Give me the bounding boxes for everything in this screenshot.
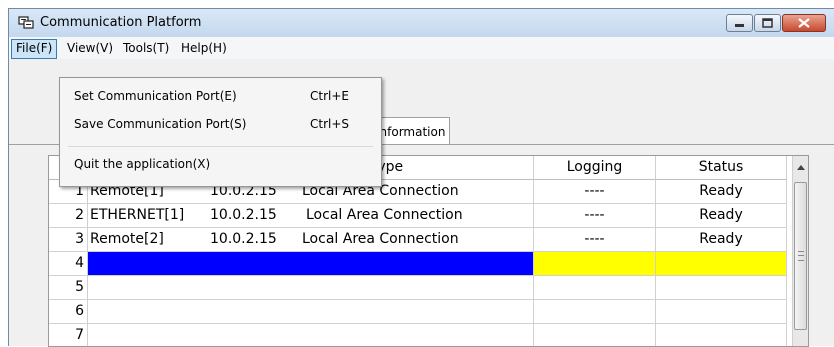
table-row[interactable]: 6 [49,300,793,324]
connection-cell[interactable] [88,324,534,346]
menu-view[interactable]: View(V) [63,39,117,57]
table-row[interactable]: 7 [49,324,793,346]
row-number: 6 [49,300,88,324]
tab-information[interactable]: Information [371,117,451,145]
menu-file[interactable]: File(F) [11,39,58,59]
header-logging[interactable]: Logging [534,156,656,180]
minimize-button[interactable] [726,14,753,32]
shortcut-set-port: Ctrl+E [310,89,349,103]
connection-cell[interactable]: ETHERNET[1] 10.0.2.15 Local Area Connect… [88,204,534,228]
title-bar[interactable]: Communication Platform [9,9,834,37]
connection-type: Local Area Connection [302,231,459,247]
logging-cell[interactable] [534,324,656,346]
table-row[interactable]: 3 Remote[2] 10.0.2.15 Local Area Connect… [49,228,793,252]
connection-ip: 10.0.2.15 [210,207,277,223]
close-icon [798,18,810,28]
table-row[interactable]: 2 ETHERNET[1] 10.0.2.15 Local Area Conne… [49,204,793,228]
menu-bar: File(F) View(V) Tools(T) Help(H) [9,37,834,59]
maximize-button[interactable] [754,14,781,32]
logging-cell[interactable] [534,252,656,276]
menu-help[interactable]: Help(H) [177,39,231,57]
table-row[interactable]: 5 [49,276,793,300]
minimize-icon [735,24,744,27]
connection-name: Remote[2] [90,231,164,247]
table-row-selected[interactable]: 4 [49,252,793,276]
connection-ip: 10.0.2.15 [210,231,277,247]
status-cell[interactable] [656,276,787,300]
status-cell[interactable] [656,300,787,324]
status-cell[interactable] [656,324,787,346]
status-cell[interactable] [656,252,787,276]
menu-item-set-port[interactable]: Set Communication Port(E) [74,86,237,106]
connection-type: Local Area Connection [306,207,463,223]
status-cell[interactable]: Ready [656,204,787,228]
logging-cell[interactable]: ---- [534,204,656,228]
app-window: Communication Platform File(F) View(V) T… [8,8,834,347]
connection-cell[interactable]: Remote[2] 10.0.2.15 Local Area Connectio… [88,228,534,252]
vertical-scrollbar[interactable] [792,156,808,346]
row-number: 3 [49,228,88,252]
row-number: 2 [49,204,88,228]
maximize-icon [762,18,773,28]
menu-item-quit[interactable]: Quit the application(X) [74,154,210,174]
status-cell[interactable]: Ready [656,228,787,252]
logging-cell[interactable]: ---- [534,228,656,252]
connection-name: ETHERNET[1] [90,207,185,223]
status-cell[interactable]: Ready [656,180,787,204]
row-number: 4 [49,252,88,276]
close-button[interactable] [782,14,826,32]
grip-icon [798,251,804,261]
file-menu-dropdown: Set Communication Port(E) Ctrl+E Save Co… [59,77,382,187]
logging-cell[interactable]: ---- [534,180,656,204]
app-icon [18,16,34,29]
connection-cell[interactable] [88,276,534,300]
scrollbar-thumb[interactable] [794,182,807,330]
window-title: Communication Platform [40,15,202,30]
menu-tools[interactable]: Tools(T) [119,39,173,57]
shortcut-save-port: Ctrl+S [310,117,350,131]
scroll-up-arrow-icon[interactable] [797,165,805,170]
row-number: 5 [49,276,88,300]
row-number: 7 [49,324,88,346]
logging-cell[interactable] [534,300,656,324]
logging-cell[interactable] [534,276,656,300]
menu-separator [68,146,373,147]
connection-combo[interactable] [88,252,534,276]
header-status[interactable]: Status [656,156,787,180]
menu-item-save-port[interactable]: Save Communication Port(S) [74,114,246,134]
connection-cell[interactable] [88,300,534,324]
